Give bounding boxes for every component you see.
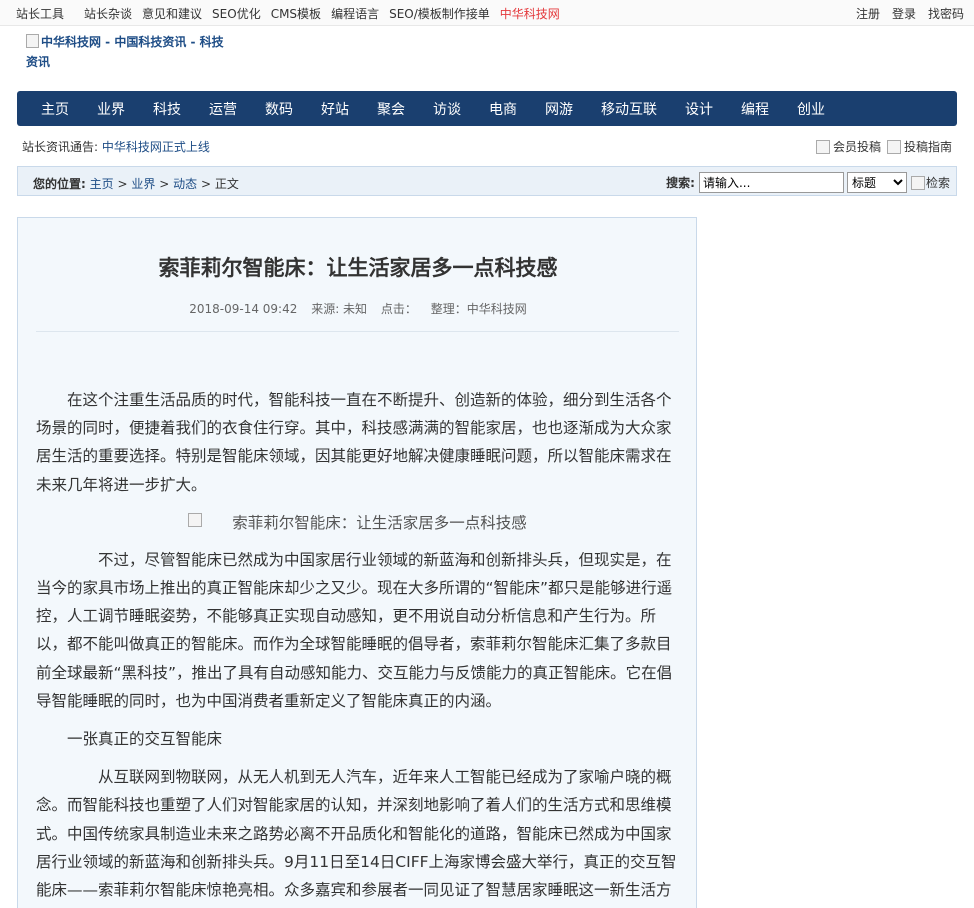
submit-guide-link[interactable]: 投稿指南 [886, 138, 952, 155]
article-clicks: 点击： [380, 302, 417, 316]
nav-item-operation[interactable]: 运营 [195, 99, 251, 119]
login-link[interactable]: 登录 [892, 5, 916, 22]
search-type-select[interactable]: 标题 [846, 172, 907, 193]
article-image-alt: 索菲莉尔智能床：让生活家居多一点科技感 [232, 513, 527, 532]
logo-alt-text: 中华科技网 - 中国科技资讯 - 科技资讯 [26, 35, 224, 69]
article-subheading: 一张真正的交互智能床 [67, 730, 223, 749]
breadcrumb: 您的位置: 主页 > 业界 > 动态 > 正文 [33, 175, 239, 192]
notice-link[interactable]: 中华科技网正式上线 [102, 140, 210, 154]
article-editor: 整理：中华科技网 [430, 302, 527, 316]
article-panel: 索菲莉尔智能床：让生活家居多一点科技感 2018-09-14 09:42 来源:… [17, 217, 697, 908]
nav-item-games[interactable]: 网游 [531, 99, 587, 119]
search-button-label: 检索 [925, 176, 950, 190]
top-link-talk[interactable]: 站长杂谈 [84, 5, 132, 22]
nav-item-tech[interactable]: 科技 [139, 99, 195, 119]
nav-item-mobile[interactable]: 移动互联 [587, 99, 671, 119]
broken-image-icon [910, 176, 925, 190]
top-bar: 站长工具 站长杂谈 意见和建议 SEO优化 CMS模板 编程语言 SEO/模板制… [0, 0, 974, 26]
article-source: 来源: 未知 [311, 302, 368, 316]
site-notice: 站长资讯通告: 中华科技网正式上线 [22, 138, 210, 155]
submit-guide-label: 投稿指南 [903, 140, 952, 154]
search-button[interactable]: 检索 [910, 174, 950, 191]
breadcrumb-sep: > [159, 177, 170, 191]
broken-image-icon [886, 140, 901, 154]
article-image: 索菲莉尔智能床：让生活家居多一点科技感 [36, 509, 679, 537]
top-link-seo[interactable]: SEO优化 [212, 5, 261, 22]
top-link-programming[interactable]: 编程语言 [331, 5, 379, 22]
member-submit-link[interactable]: 会员投稿 [815, 138, 881, 155]
broken-image-icon [188, 512, 203, 527]
broken-image-icon [815, 140, 830, 154]
site-logo[interactable]: 中华科技网 - 中国科技资讯 - 科技资讯 [26, 32, 226, 72]
contribute-tools: 会员投稿 投稿指南 [815, 138, 952, 155]
article-meta: 2018-09-14 09:42 来源: 未知 点击： 整理：中华科技网 [18, 300, 696, 317]
article-paragraph: 在这个注重生活品质的时代，智能科技一直在不断提升、创造新的体验，细分到生活各个场… [36, 391, 672, 494]
nav-item-ecommerce[interactable]: 电商 [475, 99, 531, 119]
article-paragraph: 从互联网到物联网，从无人机到无人汽车，近年来人工智能已经成为了家喻户晓的概念。而… [36, 768, 677, 900]
search-form: 搜索: 标题 检索 [666, 172, 950, 193]
member-submit-label: 会员投稿 [832, 140, 881, 154]
top-link-webmaster-tools[interactable]: 站长工具 [16, 5, 64, 22]
breadcrumb-category[interactable]: 业界 [131, 177, 155, 191]
nav-item-interview[interactable]: 访谈 [419, 99, 475, 119]
top-link-highlight[interactable]: 中华科技网 [500, 5, 560, 22]
top-links: 站长工具 站长杂谈 意见和建议 SEO优化 CMS模板 编程语言 SEO/模板制… [16, 5, 570, 22]
breadcrumb-home[interactable]: 主页 [90, 177, 114, 191]
nav-item-startup[interactable]: 创业 [783, 99, 839, 119]
article-body: 在这个注重生活品质的时代，智能科技一直在不断提升、创造新的体验，细分到生活各个场… [36, 386, 679, 908]
nav-item-industry[interactable]: 业界 [83, 99, 139, 119]
nav-item-design[interactable]: 设计 [671, 99, 727, 119]
main-nav: 主页 业界 科技 运营 数码 好站 聚会 访谈 电商 网游 移动互联 设计 编程… [17, 91, 957, 126]
broken-image-icon [26, 34, 39, 48]
breadcrumb-bar: 您的位置: 主页 > 业界 > 动态 > 正文 搜索: 标题 检索 [17, 166, 957, 196]
top-link-orders[interactable]: SEO/模板制作接单 [389, 5, 490, 22]
find-password-link[interactable]: 找密码 [928, 5, 964, 22]
notice-label: 站长资讯通告: [22, 140, 99, 154]
nav-item-coding[interactable]: 编程 [727, 99, 783, 119]
account-links: 注册 登录 找密码 [844, 5, 964, 22]
meta-divider [36, 331, 679, 332]
register-link[interactable]: 注册 [856, 5, 880, 22]
breadcrumb-sep: > [117, 177, 128, 191]
nav-item-home[interactable]: 主页 [27, 99, 83, 119]
search-label: 搜索: [666, 176, 695, 190]
top-link-feedback[interactable]: 意见和建议 [142, 5, 202, 22]
nav-item-meetup[interactable]: 聚会 [363, 99, 419, 119]
search-input[interactable] [698, 172, 844, 193]
top-link-cms[interactable]: CMS模板 [271, 5, 321, 22]
article-date: 2018-09-14 09:42 [189, 302, 298, 316]
breadcrumb-subcategory[interactable]: 动态 [173, 177, 197, 191]
breadcrumb-label: 您的位置: [33, 177, 86, 191]
article-title: 索菲莉尔智能床：让生活家居多一点科技感 [158, 256, 558, 280]
breadcrumb-current: 正文 [214, 177, 239, 191]
breadcrumb-sep: > [200, 177, 212, 191]
nav-item-digital[interactable]: 数码 [251, 99, 307, 119]
nav-item-sites[interactable]: 好站 [307, 99, 363, 119]
article-paragraph: 不过，尽管智能床已然成为中国家居行业领域的新蓝海和创新排头兵，但现实是，在当今的… [36, 550, 673, 710]
